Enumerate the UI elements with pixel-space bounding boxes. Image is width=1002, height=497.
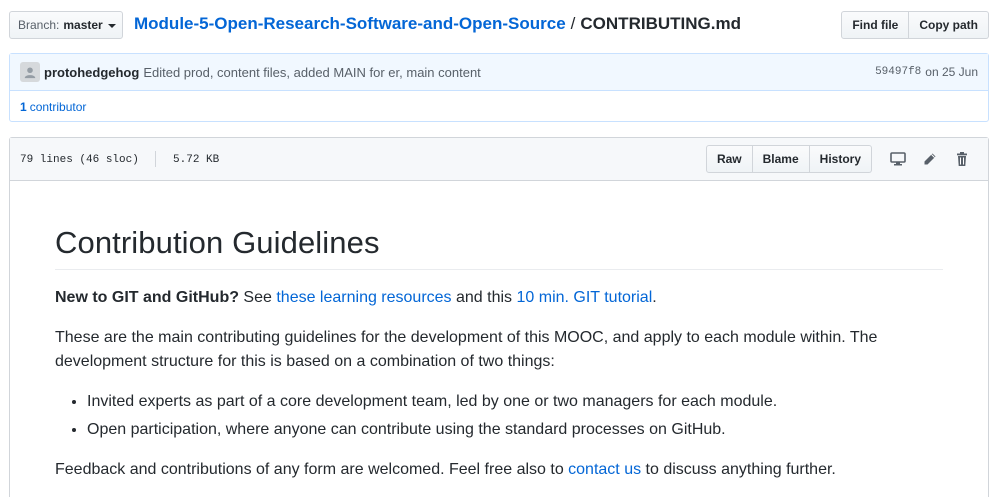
blame-button[interactable]: Blame	[752, 145, 810, 173]
branch-prefix: Branch:	[18, 18, 60, 32]
file-view-buttons: Raw Blame History	[705, 145, 872, 173]
file-info-divider	[155, 151, 157, 167]
learning-resources-link[interactable]: these learning resources	[276, 289, 451, 306]
feedback-text-1: Feedback and contributions of any form a…	[55, 461, 569, 478]
history-button[interactable]: History	[809, 145, 872, 173]
edit-file-button[interactable]	[914, 145, 946, 173]
page-title: Contribution Guidelines	[55, 225, 943, 270]
branch-selector-button[interactable]: Branch: master	[9, 11, 123, 39]
file-info: 79 lines (46 sloc) 5.72 KB	[20, 151, 219, 167]
raw-button[interactable]: Raw	[705, 145, 753, 173]
copy-path-button[interactable]: Copy path	[909, 11, 989, 39]
file-header: 79 lines (46 sloc) 5.72 KB Raw Blame His…	[10, 138, 988, 181]
repo-link[interactable]: Module-5-Open-Research-Software-and-Open…	[134, 14, 566, 34]
file-size: 5.72 KB	[173, 153, 220, 166]
caret-down-icon	[107, 24, 116, 28]
intro-bold: New to GIT and GitHub?	[55, 289, 239, 306]
file-navigation: Branch: master Module-5-Open-Research-So…	[9, 11, 989, 39]
feedback-text-2: to discuss anything further.	[641, 461, 836, 478]
commit-message[interactable]: Edited prod, content files, added MAIN f…	[143, 65, 480, 80]
list-item: Open participation, where anyone can con…	[87, 418, 943, 442]
breadcrumb: Module-5-Open-Research-Software-and-Open…	[134, 14, 741, 34]
markdown-body: Contribution Guidelines New to GIT and G…	[10, 181, 988, 482]
user-icon	[24, 67, 36, 79]
file-lines-info: 79 lines (46 sloc)	[20, 153, 139, 166]
commit-author[interactable]: protohedgehog	[44, 65, 139, 80]
file-actions: Raw Blame History	[705, 145, 978, 173]
intro-text-2: and this	[451, 289, 517, 306]
guidelines-paragraph: These are the main contributing guidelin…	[55, 329, 878, 370]
desktop-icon	[890, 152, 906, 166]
delete-file-button[interactable]	[946, 145, 978, 173]
development-list: Invited experts as part of a core develo…	[55, 390, 943, 442]
pencil-icon	[924, 153, 936, 165]
commit-tease: protohedgehog Edited prod, content files…	[9, 53, 989, 122]
avatar[interactable]	[20, 62, 40, 82]
contact-us-link[interactable]: contact us	[568, 461, 641, 478]
intro-paragraph: New to GIT and GitHub? See these learnin…	[55, 286, 943, 310]
contributors-link[interactable]: 1 contributor	[10, 91, 988, 122]
file-name: CONTRIBUTING.md	[580, 14, 741, 33]
file-nav-buttons: Find file Copy path	[841, 11, 989, 39]
contributors-count: 1	[20, 99, 27, 114]
list-item: Invited experts as part of a core develo…	[87, 390, 943, 414]
intro-text-3: .	[652, 289, 657, 306]
breadcrumb-separator: /	[570, 14, 576, 33]
git-tutorial-link[interactable]: 10 min. GIT tutorial	[517, 289, 653, 306]
feedback-paragraph: Feedback and contributions of any form a…	[55, 458, 943, 482]
commit-sha[interactable]: 59497f8	[875, 66, 921, 78]
open-desktop-button[interactable]	[882, 145, 914, 173]
branch-name: master	[63, 18, 103, 32]
commit-date: on 25 Jun	[925, 65, 978, 79]
intro-text-1: See	[238, 289, 277, 306]
contributors-label: contributor	[29, 99, 87, 114]
file-viewer: 79 lines (46 sloc) 5.72 KB Raw Blame His…	[9, 137, 989, 497]
find-file-button[interactable]: Find file	[841, 11, 910, 39]
trash-icon	[957, 152, 967, 166]
latest-commit: protohedgehog Edited prod, content files…	[10, 54, 988, 91]
commit-meta: 59497f8 on 25 Jun	[875, 65, 978, 79]
